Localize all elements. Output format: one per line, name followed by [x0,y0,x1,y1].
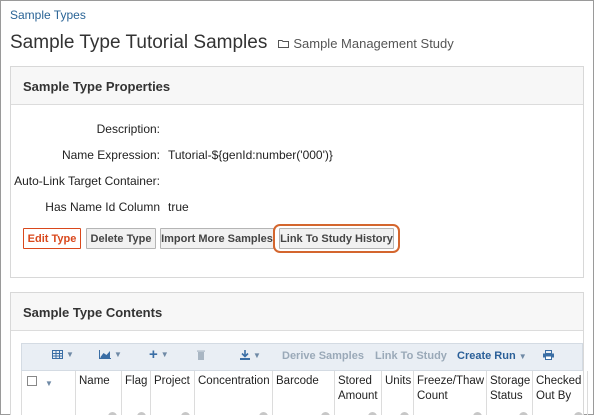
column-label: Concentration [198,375,270,387]
column-label: Units [385,375,412,387]
property-label: Auto-Link Target Container: [14,174,160,188]
column-label: Freeze/Thaw Count [417,375,485,402]
page-title: Sample Type Tutorial Samples [10,32,268,53]
column-header-freeze-thaw-count[interactable]: Freeze/Thaw Count [414,371,487,415]
column-header-units[interactable]: Units [382,371,414,415]
chevron-down-icon: ▼ [160,350,169,359]
column-header-concentration[interactable]: Concentration [195,371,273,415]
column-header-checked-out-by[interactable]: Checked Out By [533,371,588,415]
edit-type-button[interactable]: Edit Type [23,228,81,249]
column-header-storage-status[interactable]: Storage Status [487,371,533,415]
column-header-project[interactable]: Project [151,371,195,415]
link-to-study-button[interactable]: Link To Study [375,350,447,362]
sample-type-contents-panel: Sample Type Contents ▼ ▼ + ▼ ▼ Derive Sa… [10,292,588,415]
link-to-study-history-button[interactable]: Link To Study History [279,228,394,249]
print-button[interactable] [543,350,554,360]
grid-toolbar: ▼ ▼ + ▼ ▼ Derive Samples Link To Study C… [21,343,583,371]
column-label: Stored Amount [338,375,378,402]
grid-icon [52,350,63,359]
column-header-stored-amount[interactable]: Stored Amount [335,371,382,415]
column-label: Name [79,375,110,387]
property-label: Has Name Id Column [45,200,160,214]
column-header-barcode[interactable]: Barcode [273,371,335,415]
select-all-checkbox[interactable] [27,376,37,386]
folder-link[interactable]: Sample Management Study [293,36,453,51]
print-icon [543,350,554,360]
sample-type-properties-panel: Sample Type Properties Description: Name… [10,66,584,278]
column-label: Flag [125,375,148,387]
column-label: Project [154,375,190,387]
create-run-menu[interactable]: Create Run ▼ [457,350,527,362]
chevron-down-icon: ▼ [518,351,527,361]
title-row: Sample Type Tutorial Samples Sample Mana… [10,32,454,54]
property-label: Description: [96,122,160,136]
trash-icon [197,350,205,360]
plus-icon: + [149,346,158,363]
chevron-down-icon: ▼ [114,350,122,359]
column-header-flag[interactable]: Flag [122,371,151,415]
property-value: true [168,200,189,214]
chevron-down-icon: ▼ [253,350,261,360]
panel-heading: Sample Type Contents [11,293,583,331]
insert-menu[interactable]: + ▼ [149,346,169,363]
chevron-down-icon[interactable]: ▼ [45,376,53,391]
chevron-down-icon: ▼ [66,350,74,359]
column-label: Storage Status [490,375,531,402]
property-label: Name Expression: [61,148,160,162]
select-all-column[interactable]: ▼ [22,371,76,415]
chart-icon [99,350,111,359]
column-label: Barcode [276,375,319,387]
folder-icon [278,40,290,48]
grid-header: ▼ Name Flag Project Concentration Barcod… [21,371,588,415]
chart-menu[interactable]: ▼ [99,350,122,359]
column-label: Checked Out By [536,375,582,402]
panel-heading: Sample Type Properties [11,67,583,105]
delete-type-button[interactable]: Delete Type [86,228,156,249]
breadcrumb[interactable]: Sample Types [10,8,86,22]
download-icon [240,350,250,360]
create-run-label: Create Run [457,350,516,362]
derive-samples-button[interactable]: Derive Samples [282,350,364,362]
column-header-name[interactable]: Name [76,371,122,415]
import-more-samples-button[interactable]: Import More Samples [160,228,274,249]
property-value: Tutorial-${genId:number('000')} [168,148,333,162]
export-menu[interactable]: ▼ [240,350,261,360]
delete-button[interactable] [197,350,205,360]
grid-view-menu[interactable]: ▼ [52,350,74,359]
